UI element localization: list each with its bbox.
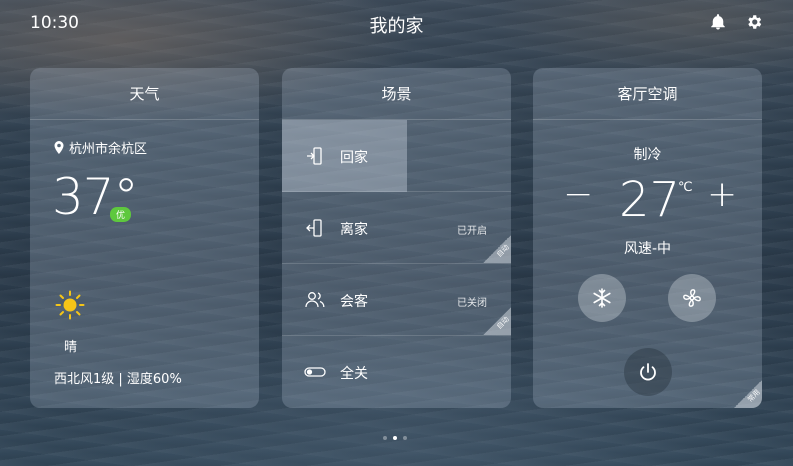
page-title: 我的家 (369, 16, 424, 37)
location-pin-icon (54, 141, 64, 154)
power-button[interactable] (624, 348, 672, 396)
guests-icon (304, 290, 326, 310)
scene-label: 全关 (340, 366, 368, 382)
auto-tag-label: 自动 (495, 315, 511, 331)
weather-condition: 晴 (64, 340, 78, 355)
weather-card-title: 天气 (30, 68, 259, 120)
auto-tag: 自动 (483, 307, 511, 335)
power-icon (640, 363, 656, 381)
settings-gear-icon[interactable] (745, 13, 763, 31)
location: 杭州市余杭区 (54, 138, 147, 157)
bell-icon[interactable] (709, 13, 727, 31)
frequent-tag: 常用 (734, 380, 762, 408)
page-indicator (383, 436, 407, 440)
scene-item-all-off[interactable]: 全关 (282, 336, 511, 408)
page-dot[interactable] (383, 436, 387, 440)
temp-decrease-button[interactable]: − (563, 174, 593, 215)
fan-speed-label: 风速-中 (623, 241, 672, 257)
auto-tag: 自动 (483, 235, 511, 263)
scene-item-home[interactable]: 回家 (282, 120, 511, 192)
ac-temperature-unit: ℃ (678, 180, 693, 195)
frequent-tag-label: 常用 (746, 388, 762, 404)
snowflake-icon (593, 288, 611, 308)
fan-speed-button[interactable] (668, 274, 716, 322)
scene-item-guests[interactable]: 会客 已关闭 自动 (282, 264, 511, 336)
scene-label: 会客 (340, 294, 368, 310)
location-label: 杭州市余杭区 (69, 142, 148, 157)
wind-humidity: 西北风1级 | 湿度60% (54, 372, 182, 387)
cool-mode-button[interactable] (578, 274, 626, 322)
page-dot[interactable] (403, 436, 407, 440)
air-quality-badge: 优 (110, 207, 132, 222)
top-actions (709, 13, 763, 31)
page-dot-active[interactable] (393, 436, 397, 440)
sun-icon (55, 290, 85, 320)
scene-label: 离家 (340, 222, 368, 238)
scene-card: 场景 回家 离家 已开启 自动 会客 已关闭 自动 全关 (282, 68, 511, 408)
door-enter-icon (304, 146, 326, 166)
door-exit-icon (304, 218, 326, 238)
scene-card-title: 场景 (282, 68, 511, 120)
scene-label: 回家 (340, 150, 368, 166)
fan-icon (683, 289, 701, 307)
ac-card-title: 客厅空调 (533, 68, 762, 120)
ac-mode: 制冷 (633, 147, 662, 163)
scene-item-leave[interactable]: 离家 已开启 自动 (282, 192, 511, 264)
auto-tag-label: 自动 (495, 243, 511, 259)
ac-card: 客厅空调 制冷 − 27 ℃ + 风速-中 常用 (533, 68, 762, 408)
ac-temperature: 27 (619, 172, 681, 228)
weather-card[interactable]: 天气 杭州市余杭区 37° 优 晴 西北风1级 | 湿度60% (30, 68, 259, 408)
toggle-off-icon (304, 362, 326, 382)
temp-increase-button[interactable]: + (707, 174, 737, 215)
